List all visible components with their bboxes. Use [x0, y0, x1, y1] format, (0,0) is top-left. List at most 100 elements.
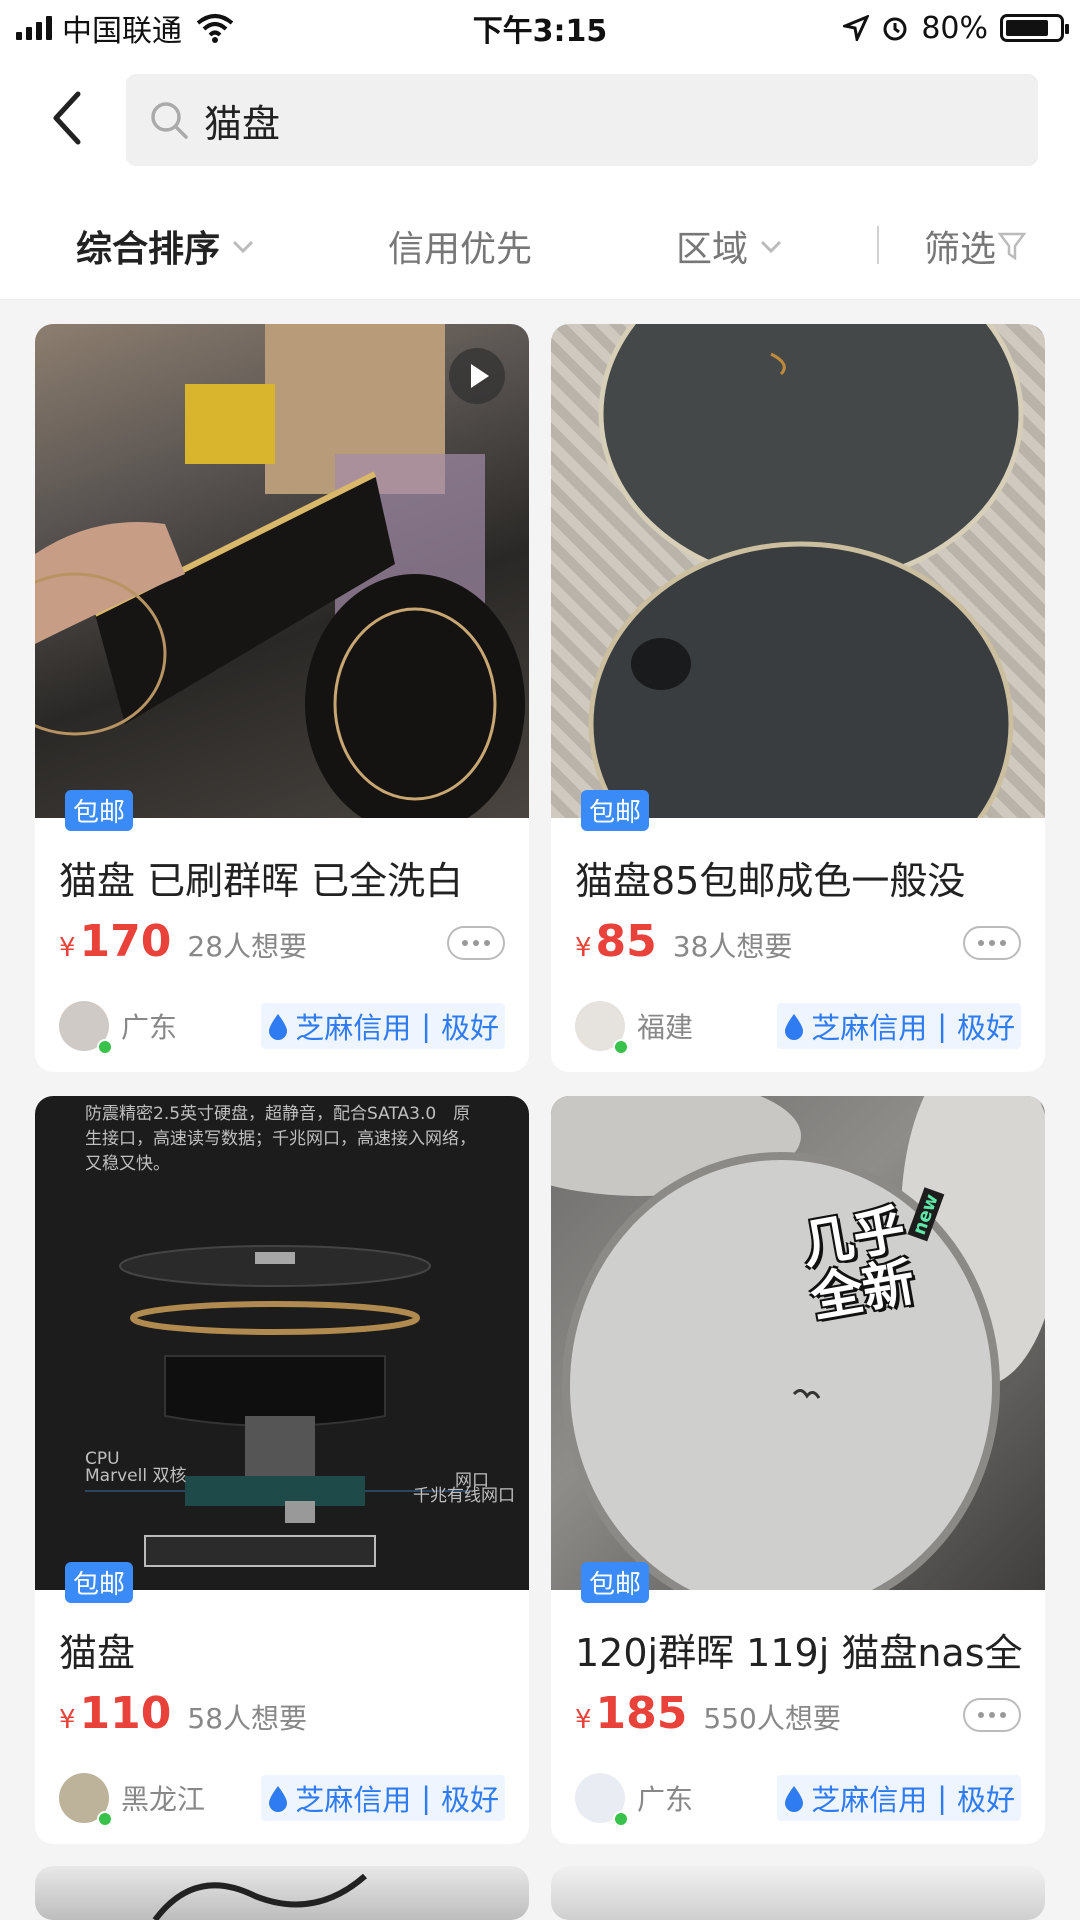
- search-input[interactable]: 猫盘: [126, 74, 1038, 166]
- listing-title: 120j群晖 119j 猫盘nas全: [575, 1631, 1023, 1675]
- wants-count: 58人想要: [187, 1702, 308, 1735]
- online-indicator: [613, 1811, 629, 1827]
- filter-bar: 综合排序 信用优先 区域 筛选: [0, 186, 1080, 300]
- online-indicator: [97, 1039, 113, 1055]
- search-icon: [151, 102, 188, 139]
- sesame-credit-icon: [269, 1786, 288, 1812]
- battery-icon: [1000, 14, 1069, 42]
- product-image: 防震精密2.5英寸硬盘，超静音，配合SATA3.0 原生接口，高速读写数据；千兆…: [35, 1096, 529, 1590]
- wants-count: 38人想要: [672, 930, 793, 963]
- currency-symbol: ¥: [575, 933, 592, 963]
- credit-label: 芝麻信用: [295, 1011, 412, 1045]
- credit-label: 芝麻信用: [811, 1011, 928, 1045]
- free-shipping-badge: 包邮: [581, 1562, 650, 1603]
- online-indicator: [613, 1039, 629, 1055]
- free-shipping-badge: 包邮: [581, 790, 650, 831]
- price-row: ¥ 85 38人想要: [575, 916, 792, 967]
- wifi-icon: [196, 14, 234, 43]
- product-image: [35, 324, 529, 818]
- chevron-down-icon: [232, 240, 254, 254]
- product-image: 几乎全新 new: [551, 1096, 1045, 1590]
- price-row: ¥ 185 550人想要: [575, 1688, 841, 1739]
- credit-badge: 芝麻信用 | 极好: [261, 1003, 505, 1049]
- search-header: 猫盘: [0, 56, 1080, 186]
- price: 110: [79, 1688, 172, 1739]
- product-image: [551, 1866, 1045, 1920]
- alarm-icon: [883, 17, 907, 41]
- filter-sort-comprehensive[interactable]: 综合排序: [76, 220, 256, 272]
- port-value: 千兆有线网口: [413, 1486, 515, 1506]
- listing-card[interactable]: 包邮 猫盘 已刷群晖 已全洗白 ¥ 170 28人想要 广东 芝麻信用 | 极好: [35, 324, 529, 1072]
- avatar[interactable]: [59, 1773, 113, 1827]
- search-query: 猫盘: [204, 101, 281, 146]
- filter-label: 综合排序: [76, 229, 221, 270]
- currency-symbol: ¥: [575, 1705, 592, 1735]
- listing-card[interactable]: [551, 1866, 1045, 1920]
- price-row: ¥ 110 58人想要: [59, 1688, 307, 1739]
- filter-region[interactable]: 区域: [676, 220, 784, 272]
- free-shipping-badge: 包邮: [65, 790, 134, 831]
- currency-symbol: ¥: [59, 933, 76, 963]
- sesame-credit-icon: [785, 1786, 804, 1812]
- credit-badge: 芝麻信用 | 极好: [777, 1775, 1021, 1821]
- price: 185: [595, 1688, 688, 1739]
- seller-location: 福建: [637, 1011, 694, 1044]
- product-image: [551, 324, 1045, 818]
- filter-label: 筛选: [924, 229, 997, 270]
- listing-title: 猫盘: [59, 1631, 136, 1675]
- location-arrow-icon: [843, 15, 870, 41]
- credit-label: 芝麻信用: [811, 1783, 928, 1817]
- price: 170: [79, 916, 172, 967]
- listing-card[interactable]: 几乎全新 new 包邮 120j群晖 119j 猫盘nas全 ¥ 185 550…: [551, 1096, 1045, 1844]
- listing-card[interactable]: 包邮 猫盘85包邮成色一般没 ¥ 85 38人想要 福建 芝麻信用 | 极好: [551, 324, 1045, 1072]
- signal-icon: [16, 16, 52, 40]
- seller-row: 广东 芝麻信用 | 极好: [59, 1000, 505, 1055]
- more-options-button[interactable]: [963, 926, 1021, 960]
- filter-screen[interactable]: 筛选: [924, 220, 1027, 272]
- credit-badge: 芝麻信用 | 极好: [777, 1003, 1021, 1049]
- sesame-credit-icon: [785, 1014, 804, 1040]
- filter-credit-first[interactable]: 信用优先: [388, 220, 532, 272]
- filter-label: 信用优先: [388, 229, 533, 270]
- online-indicator: [97, 1811, 113, 1827]
- listing-card[interactable]: 防震精密2.5英寸硬盘，超静音，配合SATA3.0 原生接口，高速读写数据；千兆…: [35, 1096, 529, 1844]
- seller-row: 广东 芝麻信用 | 极好: [575, 1772, 1021, 1827]
- sesame-credit-icon: [269, 1014, 288, 1040]
- seller-row: 黑龙江 芝麻信用 | 极好: [59, 1772, 505, 1827]
- avatar[interactable]: [59, 1001, 113, 1055]
- credit-level: 极好: [956, 1011, 1015, 1045]
- seller-location: 广东: [637, 1783, 694, 1816]
- wants-count: 28人想要: [187, 930, 308, 963]
- filter-divider: [877, 226, 879, 264]
- credit-level: 极好: [440, 1783, 499, 1817]
- listing-title: 猫盘 已刷群晖 已全洗白: [59, 859, 464, 903]
- free-shipping-badge: 包邮: [65, 1562, 134, 1603]
- cpu-value: Marvell 双核: [85, 1466, 187, 1486]
- credit-level: 极好: [440, 1011, 499, 1045]
- product-image: [35, 1866, 529, 1920]
- price-row: ¥ 170 28人想要: [59, 916, 307, 967]
- chevron-down-icon: [760, 240, 782, 254]
- listing-title: 猫盘85包邮成色一般没: [575, 859, 966, 903]
- avatar[interactable]: [575, 1001, 629, 1055]
- credit-label: 芝麻信用: [295, 1783, 412, 1817]
- filter-funnel-icon: [998, 232, 1027, 261]
- more-options-button[interactable]: [963, 1698, 1021, 1732]
- carrier-name: 中国联通: [62, 14, 182, 49]
- wants-count: 550人想要: [703, 1702, 841, 1735]
- avatar[interactable]: [575, 1773, 629, 1827]
- sticker-text: 几乎全新: [797, 1199, 920, 1330]
- video-play-button[interactable]: [449, 348, 505, 404]
- seller-row: 福建 芝麻信用 | 极好: [575, 1000, 1021, 1055]
- more-options-button[interactable]: [447, 926, 505, 960]
- currency-symbol: ¥: [59, 1705, 76, 1735]
- credit-level: 极好: [956, 1783, 1015, 1817]
- price: 85: [595, 916, 657, 967]
- listing-card[interactable]: [35, 1866, 529, 1920]
- seller-location: 广东: [121, 1011, 178, 1044]
- back-arrow-icon[interactable]: [44, 88, 104, 148]
- credit-badge: 芝麻信用 | 极好: [261, 1775, 505, 1821]
- seller-location: 黑龙江: [121, 1783, 206, 1816]
- battery-percent: 80%: [921, 10, 988, 46]
- filter-label: 区域: [676, 229, 749, 270]
